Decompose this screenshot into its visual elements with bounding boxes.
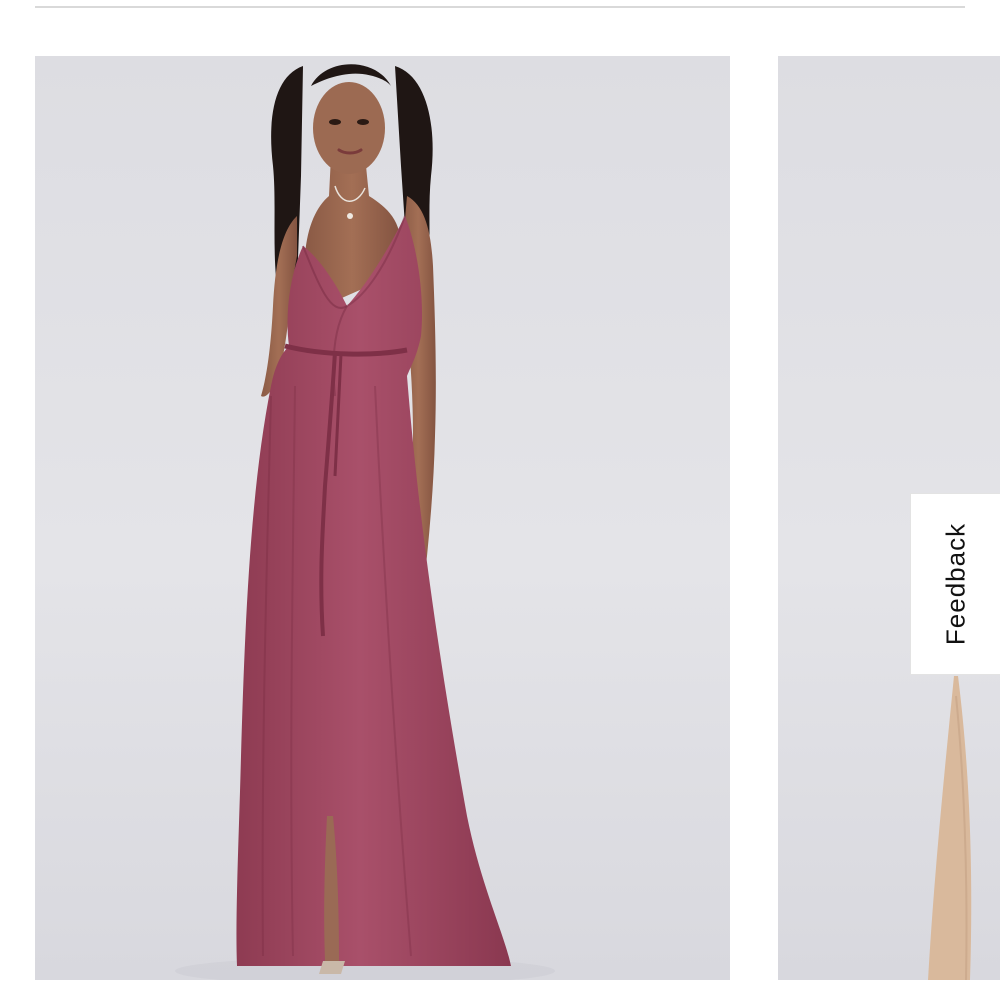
feedback-tab[interactable]: Feedback — [910, 493, 1000, 675]
feedback-label: Feedback — [940, 522, 970, 646]
maroon-dress-photo — [175, 64, 555, 980]
top-divider — [35, 6, 965, 8]
product-image-carousel[interactable] — [0, 56, 1000, 980]
product-image-maroon-dress[interactable] — [35, 56, 730, 980]
product-gallery-page: Feedback — [0, 0, 1000, 1000]
